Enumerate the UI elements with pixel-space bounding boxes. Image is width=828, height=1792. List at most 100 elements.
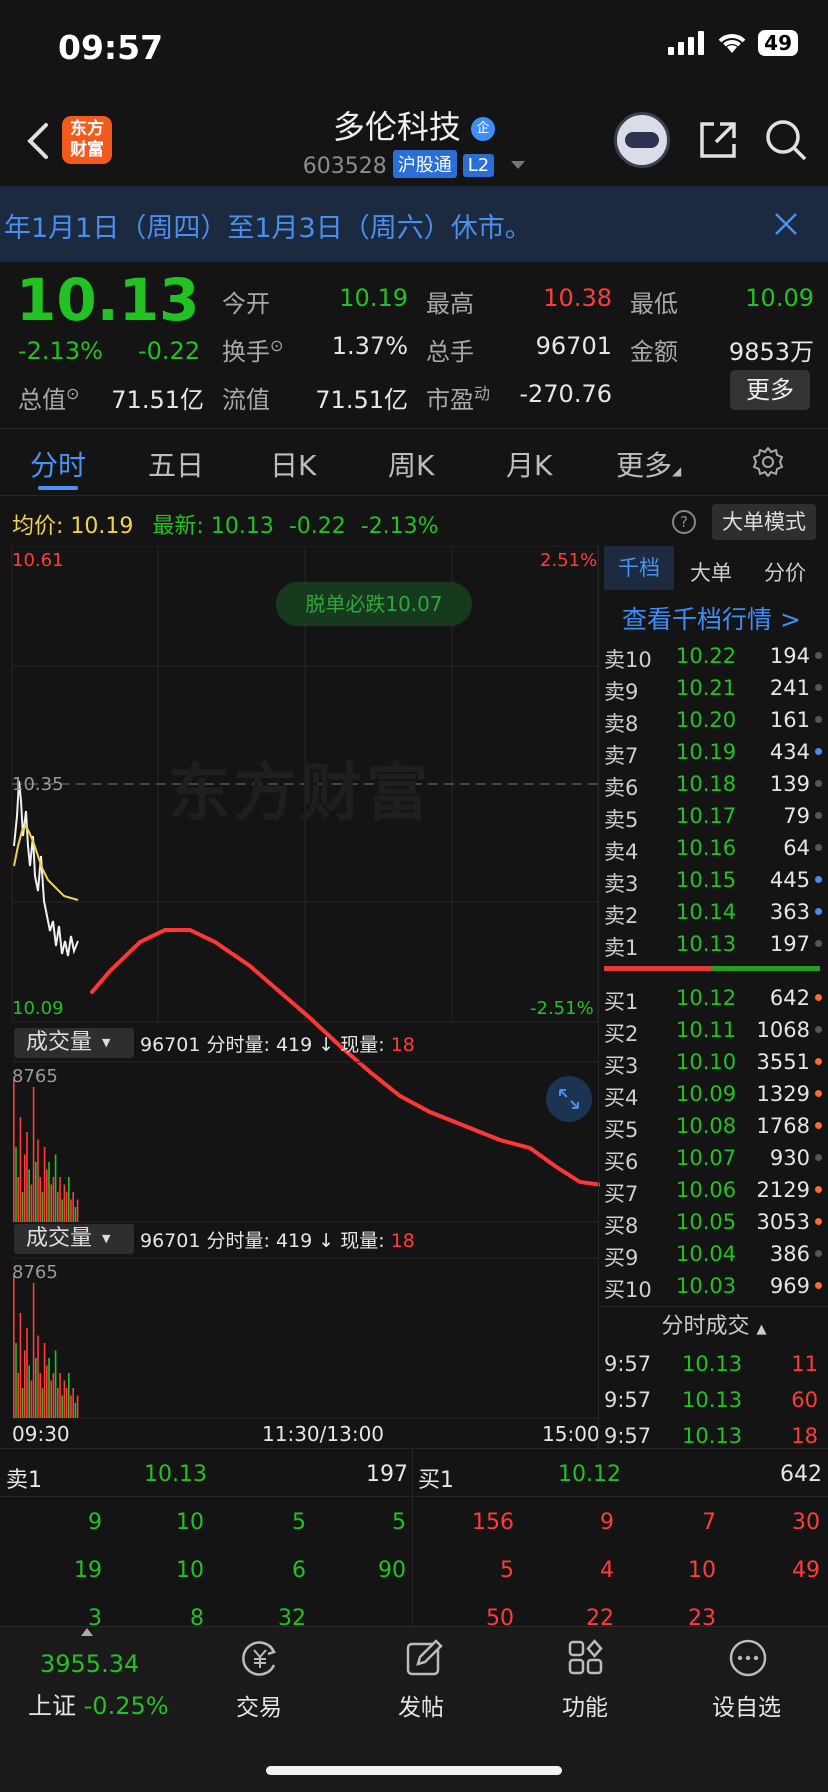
volume-indicator-label: 成交量 <box>26 1030 93 1055</box>
volume-bar <box>15 1147 17 1222</box>
help-icon[interactable]: ? <box>672 510 696 534</box>
ask-row[interactable]: 卖10 10.22 194 <box>604 640 824 672</box>
bid-volume: 1068 <box>756 1018 810 1042</box>
tab-weekly-k[interactable]: 周K <box>388 444 434 484</box>
orderbook-tab-1000[interactable]: 千档 <box>604 546 674 590</box>
ask-row[interactable]: 卖5 10.17 79 <box>604 800 824 832</box>
index-value[interactable]: 3955.34 <box>40 1650 139 1678</box>
alert-pill[interactable]: 脱单必跌10.07 <box>276 582 472 626</box>
volume-total: 96701 <box>140 1034 201 1056</box>
turnover-label[interactable]: 换手⊙ <box>222 332 283 367</box>
index-name: 上证 <box>28 1692 76 1720</box>
bid-row[interactable]: 买10 10.03 969 <box>604 1270 824 1302</box>
volume-bar <box>48 1358 50 1418</box>
volume-bar <box>76 1199 79 1222</box>
bid-row[interactable]: 买9 10.04 386 <box>604 1238 824 1270</box>
bid-row[interactable]: 买7 10.06 2129 <box>604 1174 824 1206</box>
mktcap-label[interactable]: 总值⊙ <box>18 380 79 415</box>
nav-add-watchlist[interactable]: 设自选 <box>712 1688 781 1722</box>
bid-row[interactable]: 买8 10.05 3053 <box>604 1206 824 1238</box>
ask-row[interactable]: 卖8 10.20 161 <box>604 704 824 736</box>
l2-tag: L2 <box>462 154 495 177</box>
orderbook-tab-big[interactable]: 大单 <box>690 557 732 587</box>
ask-row[interactable]: 卖7 10.19 434 <box>604 736 824 768</box>
order-dot-icon <box>815 1122 822 1129</box>
bid-volume: 969 <box>769 1274 810 1298</box>
spread-bar <box>604 966 820 971</box>
big-order-mode-button[interactable]: 大单模式 <box>712 504 816 540</box>
bid-row[interactable]: 买4 10.09 1329 <box>604 1078 824 1110</box>
share-icon[interactable] <box>696 118 740 162</box>
ask-row[interactable]: 卖6 10.18 139 <box>604 768 824 800</box>
ask-price: 10.19 <box>676 740 737 764</box>
level1-bid-cell: 156 <box>472 1510 514 1535</box>
ask-row[interactable]: 卖9 10.21 241 <box>604 672 824 704</box>
intraday-chart[interactable] <box>0 546 600 1426</box>
tab-five-day[interactable]: 五日 <box>148 444 204 484</box>
trade-volume: 18 <box>791 1424 818 1448</box>
volume-indicator-select-2[interactable]: 成交量 ▼ <box>14 1224 134 1254</box>
index-line[interactable]: 上证 -0.25% <box>28 1686 169 1721</box>
ask-label: 卖10 <box>604 648 652 672</box>
avg-line <box>13 824 79 901</box>
volume-value: 96701 <box>535 332 612 360</box>
gear-icon[interactable] <box>752 446 784 478</box>
close-icon[interactable] <box>774 212 798 236</box>
ask-price: 10.22 <box>676 644 737 668</box>
pe-label[interactable]: 市盈动 <box>426 380 490 415</box>
volume-indicator-select[interactable]: 成交量 ▼ <box>14 1028 134 1058</box>
ask-row[interactable]: 卖2 10.14 363 <box>604 896 824 928</box>
bid-row[interactable]: 买3 10.10 3551 <box>604 1046 824 1078</box>
view-1000-link[interactable]: 查看千档行情 > <box>622 600 801 636</box>
volume-bar <box>30 1380 33 1418</box>
bid-label: 买4 <box>604 1086 639 1110</box>
bid-row[interactable]: 买5 10.08 1768 <box>604 1110 824 1142</box>
volume-bar <box>50 1184 52 1222</box>
volume-now-label: 现量: <box>340 1034 385 1056</box>
nav-post[interactable]: 发帖 <box>398 1688 444 1722</box>
trade-volume: 11 <box>791 1352 818 1376</box>
expand-button[interactable] <box>546 1076 592 1122</box>
bid-row[interactable]: 买6 10.07 930 <box>604 1142 824 1174</box>
ask-row[interactable]: 卖4 10.16 64 <box>604 832 824 864</box>
robot-avatar[interactable] <box>614 112 670 168</box>
volume-minute: 419 <box>275 1034 313 1056</box>
volume-bar <box>46 1365 48 1418</box>
stock-code: 603528 <box>302 154 387 179</box>
volume-bar <box>61 1395 63 1418</box>
volume-minute-label-2: 分时量: <box>206 1230 270 1252</box>
nav-trade[interactable]: 交易 <box>236 1688 282 1722</box>
ask-row[interactable]: 卖3 10.15 445 <box>604 864 824 896</box>
level1-bid-cell: 5 <box>500 1558 514 1583</box>
orderbook-tab-price[interactable]: 分价 <box>764 557 806 587</box>
tab-monthly-k[interactable]: 月K <box>506 444 552 484</box>
more-button[interactable]: 更多 <box>730 370 810 410</box>
ask-price: 10.14 <box>676 900 737 924</box>
search-icon[interactable] <box>764 118 808 162</box>
order-dot-icon <box>815 908 822 915</box>
order-dot-icon <box>815 1058 822 1065</box>
trades-header[interactable]: 分时成交 ▲ <box>600 1306 828 1346</box>
bid-row[interactable]: 买2 10.11 1068 <box>604 1014 824 1046</box>
ask-row[interactable]: 卖1 10.13 197 <box>604 928 824 960</box>
volume-bar <box>65 1192 68 1222</box>
tab-intraday[interactable]: 分时 <box>30 444 86 484</box>
volume-bar <box>65 1388 68 1418</box>
volume-bar <box>41 1192 44 1222</box>
volume-info: 96701 分时量: 419 ↓ 现量: 18 <box>140 1030 415 1057</box>
order-dot-icon <box>815 1090 822 1097</box>
volume-indicator-label-2: 成交量 <box>26 1226 93 1251</box>
volume-bar <box>26 1132 28 1222</box>
nav-functions[interactable]: 功能 <box>562 1688 608 1722</box>
turnover-label-text: 换手 <box>222 338 270 366</box>
bid-row[interactable]: 买1 10.12 642 <box>604 982 824 1014</box>
tab-more[interactable]: 更多◢ <box>616 444 681 484</box>
level1-ask-vol: 197 <box>366 1462 408 1487</box>
tab-daily-k[interactable]: 日K <box>270 444 316 484</box>
order-dot-icon <box>815 844 822 851</box>
avg-label: 均价: <box>12 514 64 539</box>
volume-bar <box>48 1162 50 1222</box>
time-axis-end: 15:00 <box>542 1422 600 1446</box>
volume-bar <box>72 1192 74 1222</box>
bid-price: 10.05 <box>676 1210 737 1234</box>
